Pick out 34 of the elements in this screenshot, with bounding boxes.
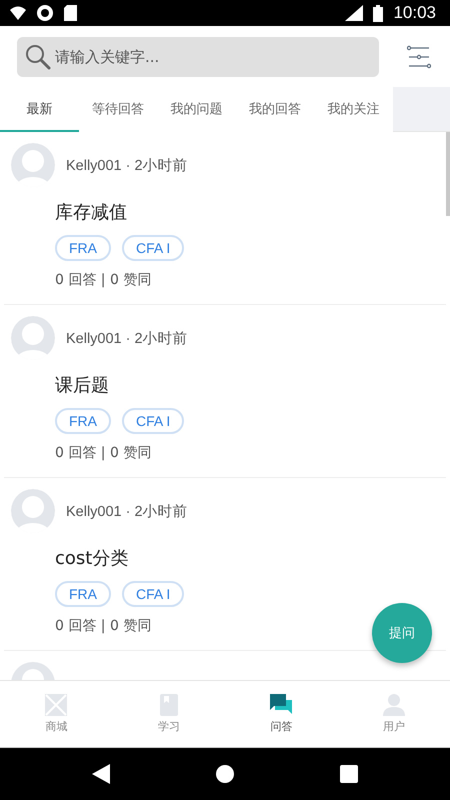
author-time: Kelly001 · 2小时前 xyxy=(66,502,188,520)
tag[interactable]: FRA xyxy=(55,408,111,434)
question-title[interactable]: cost分类 xyxy=(55,546,128,570)
answer-stats: 0 回答 | 0 赞同 xyxy=(55,444,152,462)
back-icon[interactable] xyxy=(92,764,110,784)
tag[interactable]: FRA xyxy=(55,235,111,261)
avatar-icon xyxy=(11,143,55,187)
search-field[interactable]: 请输入关键字... xyxy=(17,36,379,76)
question-title[interactable]: 课后题 xyxy=(55,373,109,397)
tag[interactable]: CFA I xyxy=(122,235,184,261)
home-icon[interactable] xyxy=(215,764,235,784)
answer-stats: 0 回答 | 0 赞同 xyxy=(55,617,152,635)
tab-bar-panel xyxy=(392,87,450,131)
clock-time: 10:03 xyxy=(393,3,436,23)
chat-icon xyxy=(270,694,292,716)
tag[interactable]: CFA I xyxy=(122,408,184,434)
battery-icon xyxy=(373,4,384,22)
author-time: Kelly001 · 2小时前 xyxy=(66,156,188,174)
question-title[interactable]: 库存减值 xyxy=(55,200,127,224)
envelope-icon xyxy=(45,694,68,716)
signal-icon xyxy=(345,5,364,21)
filter-icon[interactable] xyxy=(407,44,431,68)
avatar-icon xyxy=(11,489,55,533)
record-icon xyxy=(36,4,54,22)
author-time: Kelly001 · 2小时前 xyxy=(66,330,188,348)
avatar-icon xyxy=(11,316,55,360)
ask-button[interactable]: 提问 xyxy=(372,603,432,663)
person-icon xyxy=(382,694,405,716)
book-icon xyxy=(160,694,178,716)
sd-card-icon xyxy=(64,5,77,21)
answer-stats: 0 回答 | 0 赞同 xyxy=(55,271,152,289)
tag[interactable]: FRA xyxy=(55,581,111,607)
wifi-icon xyxy=(10,6,26,20)
tag[interactable]: CFA I xyxy=(122,581,184,607)
